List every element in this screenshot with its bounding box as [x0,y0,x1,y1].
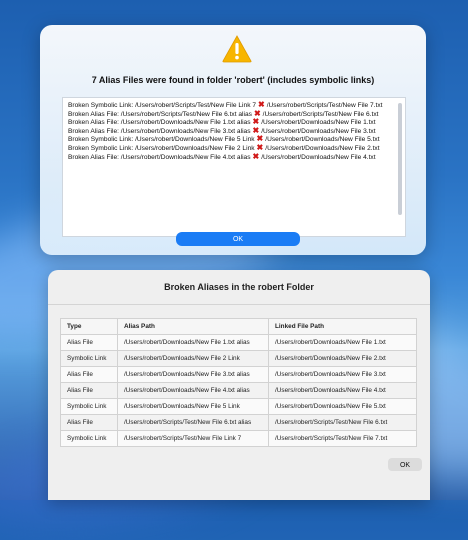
alert-line-alias: Broken Alias File: /Users/robert/Downloa… [68,153,251,161]
broken-x-icon: ✖ [256,142,264,152]
alert-line-target: /Users/robert/Scripts/Test/New File 6.tx… [262,110,379,118]
cell-alias-path: /Users/robert/Downloads/New File 3.txt a… [117,366,269,383]
cell-type: Symbolic Link [60,430,118,447]
title-divider [48,304,430,305]
alert-line-alias: Broken Alias File: /Users/robert/Downloa… [68,127,251,135]
alert-message-textview[interactable]: Broken Symbolic Link: /Users/robert/Scri… [62,97,406,237]
cell-linked-path: /Users/robert/Downloads/New File 2.txt [268,350,417,367]
column-header-alias-path[interactable]: Alias Path [117,318,269,335]
alert-line-alias: Broken Symbolic Link: /Users/robert/Scri… [68,102,256,109]
cell-type: Alias File [60,366,118,383]
alert-line-target: /Users/robert/Downloads/New File 4.txt [261,153,376,161]
window-title: Broken Aliases in the robert Folder [164,282,314,292]
cell-linked-path: /Users/robert/Scripts/Test/New File 7.tx… [268,430,417,447]
alert-line-target: /Users/robert/Downloads/New File 5.txt [265,136,380,144]
alert-title: 7 Alias Files were found in folder 'robe… [91,75,375,85]
cell-alias-path: /Users/robert/Scripts/Test/New File 6.tx… [117,414,269,431]
alert-line-alias: Broken Alias File: /Users/robert/Scripts… [68,110,252,118]
column-header-linked-path[interactable]: Linked File Path [268,318,417,335]
alert-line: Broken Symbolic Link: /Users/robert/Down… [68,135,400,144]
cell-alias-path: /Users/robert/Downloads/New File 5 Link [117,398,269,415]
warning-icon [222,35,252,63]
column-header-type[interactable]: Type [60,318,118,335]
alias-alert-dialog: 7 Alias Files were found in folder 'robe… [40,25,426,255]
alert-line: Broken Symbolic Link: /Users/robert/Scri… [68,101,400,110]
cell-alias-path: /Users/robert/Downloads/New File 2 Link [117,350,269,367]
cell-type: Symbolic Link [60,350,118,367]
table-row[interactable]: Alias File /Users/robert/Downloads/New F… [60,334,417,351]
alert-line-target: /Users/robert/Scripts/Test/New File 7.tx… [266,102,383,109]
alert-line: Broken Symbolic Link: /Users/robert/Down… [68,142,400,153]
cell-type: Alias File [60,382,118,399]
scrollbar[interactable] [398,103,402,215]
table-row[interactable]: Symbolic Link /Users/robert/Downloads/Ne… [60,398,417,415]
cell-linked-path: /Users/robert/Downloads/New File 1.txt [268,334,417,351]
broken-aliases-window: Broken Aliases in the robert Folder Type… [48,270,430,500]
window-ok-button[interactable]: OK [388,458,422,471]
cell-alias-path: /Users/robert/Downloads/New File 4.txt a… [117,382,269,399]
cell-linked-path: /Users/robert/Downloads/New File 5.txt [268,398,417,415]
table-row[interactable]: Alias File /Users/robert/Scripts/Test/Ne… [60,414,417,431]
cell-alias-path: /Users/robert/Downloads/New File 1.txt a… [117,334,269,351]
broken-x-icon: ✖ [252,117,260,127]
cell-linked-path: /Users/robert/Scripts/Test/New File 6.tx… [268,414,417,431]
table-row[interactable]: Symbolic Link /Users/robert/Downloads/Ne… [60,350,417,367]
cell-type: Alias File [60,414,118,431]
ok-button[interactable]: OK [176,232,300,246]
alert-line: Broken Alias File: /Users/robert/Scripts… [68,109,400,119]
cell-linked-path: /Users/robert/Downloads/New File 4.txt [268,382,417,399]
alert-line-alias: Broken Alias File: /Users/robert/Downloa… [68,119,251,127]
alert-line: Broken Alias File: /Users/robert/Downloa… [68,126,400,136]
table-row[interactable]: Alias File /Users/robert/Downloads/New F… [60,382,417,399]
cell-type: Symbolic Link [60,398,118,415]
alert-line-alias: Broken Symbolic Link: /Users/robert/Down… [68,136,255,144]
table-row[interactable]: Alias File /Users/robert/Downloads/New F… [60,366,417,383]
broken-x-icon: ✖ [252,151,260,161]
table-header-row: Type Alias Path Linked File Path [60,318,417,335]
table-row[interactable]: Symbolic Link /Users/robert/Scripts/Test… [60,430,417,447]
alert-line-target: /Users/robert/Downloads/New File 1.txt [261,119,376,127]
cell-linked-path: /Users/robert/Downloads/New File 3.txt [268,366,417,383]
alert-line: Broken Alias File: /Users/robert/Downloa… [68,151,400,162]
broken-x-icon: ✖ [258,100,265,109]
alert-line-target: /Users/robert/Downloads/New File 3.txt [261,127,376,135]
alert-line-target: /Users/robert/Downloads/New File 2.txt [265,144,380,152]
cell-type: Alias File [60,334,118,351]
alert-line: Broken Alias File: /Users/robert/Downloa… [68,118,400,127]
cell-alias-path: /Users/robert/Scripts/Test/New File Link… [117,430,269,447]
aliases-table: Type Alias Path Linked File Path Alias F… [60,318,417,447]
alert-line-alias: Broken Symbolic Link: /Users/robert/Down… [68,144,255,152]
